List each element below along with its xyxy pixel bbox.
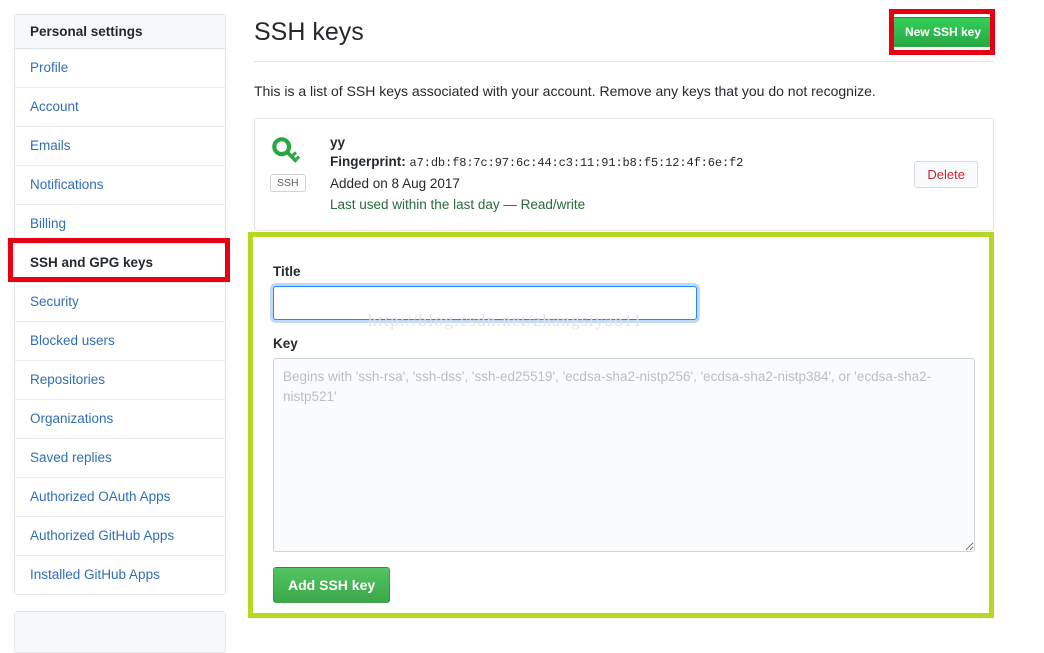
sidebar-item-repositories[interactable]: Repositories bbox=[15, 361, 225, 400]
title-input[interactable] bbox=[273, 286, 697, 320]
form-fields: Title Key Add SSH key bbox=[254, 245, 994, 623]
key-badge-column: SSH bbox=[270, 133, 330, 192]
sidebar-item-saved-replies[interactable]: Saved replies bbox=[15, 439, 225, 478]
personal-settings-menu: Personal settings Profile Account Emails… bbox=[14, 14, 226, 595]
page-header: SSH keys New SSH key bbox=[254, 14, 994, 62]
ssh-badge: SSH bbox=[270, 174, 306, 192]
key-field-group: Key bbox=[273, 336, 975, 552]
sidebar-item-blocked-users[interactable]: Blocked users bbox=[15, 322, 225, 361]
ssh-key-fingerprint: Fingerprint: a7:db:f8:7c:97:6c:44:c3:11:… bbox=[330, 152, 914, 173]
ssh-key-last-used: Last used within the last day — Read/wri… bbox=[330, 197, 586, 212]
sidebar: Personal settings Profile Account Emails… bbox=[14, 14, 226, 653]
sidebar-item-billing[interactable]: Billing bbox=[15, 205, 225, 244]
main-content: SSH keys New SSH key This is a list of S… bbox=[254, 14, 994, 623]
sidebar-heading: Personal settings bbox=[15, 15, 225, 49]
key-icon bbox=[270, 135, 330, 169]
title-label: Title bbox=[273, 264, 301, 279]
delete-key-button[interactable]: Delete bbox=[914, 160, 978, 188]
ssh-key-added-date: Added on 8 Aug 2017 bbox=[330, 176, 460, 191]
sidebar-item-notifications[interactable]: Notifications bbox=[15, 166, 225, 205]
sidebar-item-profile[interactable]: Profile bbox=[15, 49, 225, 88]
sidebar-item-account[interactable]: Account bbox=[15, 88, 225, 127]
fingerprint-label: Fingerprint: bbox=[330, 154, 406, 169]
secondary-menu-heading bbox=[15, 612, 225, 652]
sidebar-item-ssh-and-gpg-keys[interactable]: SSH and GPG keys bbox=[15, 244, 225, 283]
add-ssh-key-button[interactable]: Add SSH key bbox=[273, 567, 391, 603]
page-description: This is a list of SSH keys associated wi… bbox=[254, 83, 876, 99]
sidebar-item-security[interactable]: Security bbox=[15, 283, 225, 322]
secondary-menu bbox=[14, 611, 226, 653]
sidebar-item-authorized-oauth-apps[interactable]: Authorized OAuth Apps bbox=[15, 478, 225, 517]
new-ssh-key-button[interactable]: New SSH key bbox=[891, 17, 994, 47]
key-textarea[interactable] bbox=[273, 358, 975, 552]
title-field-group: Title bbox=[273, 264, 975, 320]
sidebar-item-installed-github-apps[interactable]: Installed GitHub Apps bbox=[15, 556, 225, 594]
new-ssh-key-form: Title Key Add SSH key bbox=[254, 245, 994, 623]
ssh-key-name: yy bbox=[330, 135, 346, 150]
sidebar-item-emails[interactable]: Emails bbox=[15, 127, 225, 166]
ssh-key-row: SSH yy Fingerprint: a7:db:f8:7c:97:6c:44… bbox=[254, 118, 994, 231]
sidebar-item-authorized-github-apps[interactable]: Authorized GitHub Apps bbox=[15, 517, 225, 556]
key-label: Key bbox=[273, 336, 298, 351]
ssh-key-details: yy Fingerprint: a7:db:f8:7c:97:6c:44:c3:… bbox=[330, 133, 914, 215]
fingerprint-value: a7:db:f8:7c:97:6c:44:c3:11:91:b8:f5:12:4… bbox=[409, 156, 744, 170]
page-title: SSH keys bbox=[254, 18, 364, 46]
settings-page: Personal settings Profile Account Emails… bbox=[0, 0, 1044, 653]
sidebar-item-organizations[interactable]: Organizations bbox=[15, 400, 225, 439]
